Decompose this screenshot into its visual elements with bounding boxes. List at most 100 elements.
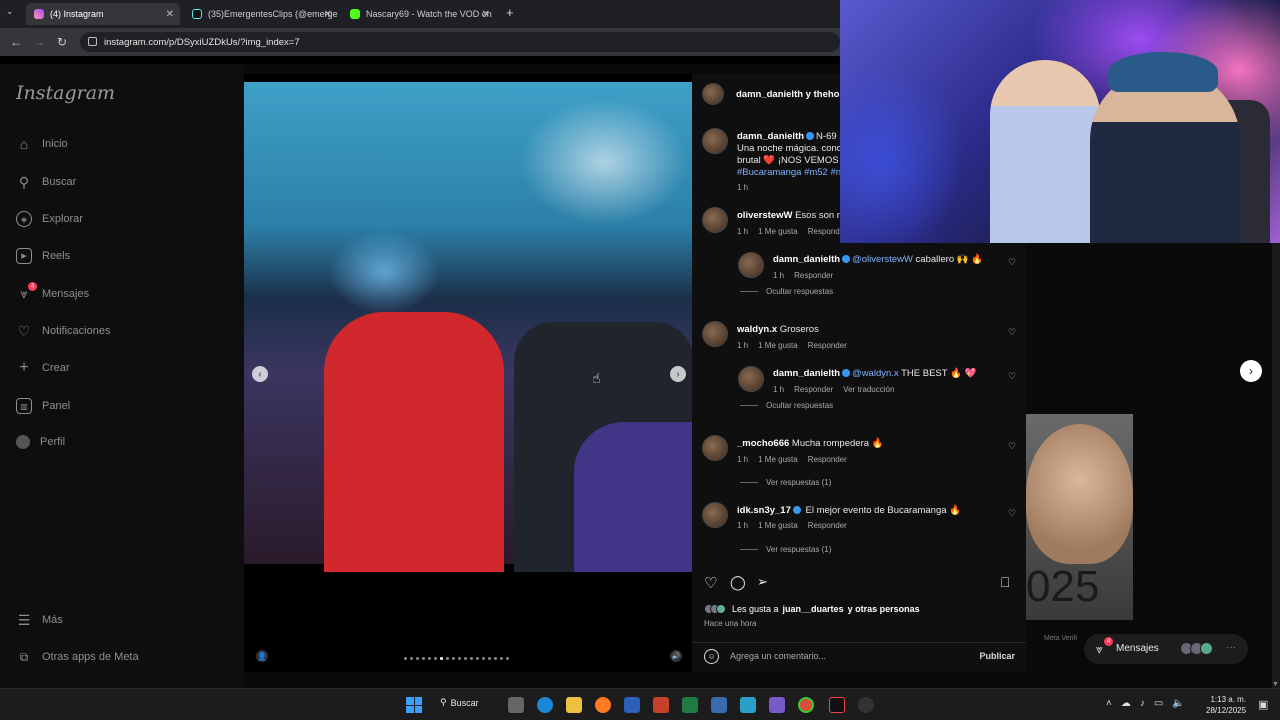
- comment-avatar[interactable]: [702, 435, 728, 461]
- carousel-prev-button[interactable]: ‹: [252, 366, 268, 382]
- hide-replies-button[interactable]: Ocultar respuestas: [740, 401, 833, 410]
- tab-tiktok[interactable]: (35)EmergentesClips (@emerge ✕: [184, 3, 338, 25]
- windows-start-icon[interactable]: [406, 697, 422, 713]
- emoji-icon[interactable]: ☺: [704, 649, 719, 664]
- taskbar-search[interactable]: ⚲ Buscar: [440, 697, 479, 708]
- view-replies-button[interactable]: Ver respuestas (1): [740, 478, 831, 487]
- sidebar-item-crear[interactable]: + Crear: [16, 359, 69, 376]
- tagged-users-icon[interactable]: 👤: [256, 650, 268, 662]
- system-tray[interactable]: ˄ ☁ ♪ ▭ 🔈: [1106, 698, 1185, 709]
- reload-icon[interactable]: ↻: [57, 35, 67, 49]
- reply-avatar[interactable]: [738, 366, 764, 392]
- sidebar-item-inicio[interactable]: ⌂ Inicio: [16, 136, 68, 152]
- new-tab-button[interactable]: +: [506, 5, 514, 20]
- comment-username[interactable]: _mocho666: [737, 438, 789, 449]
- excel-icon[interactable]: [682, 697, 698, 713]
- caption-username[interactable]: damn_danielth: [737, 131, 804, 142]
- edge-icon[interactable]: [537, 697, 553, 713]
- comment-bubble-icon[interactable]: ◯: [730, 574, 746, 591]
- network-icon[interactable]: ▭: [1154, 698, 1163, 709]
- view-replies-button[interactable]: Ver respuestas (1): [740, 545, 831, 554]
- sidebar-item-perfil[interactable]: Perfil: [16, 435, 65, 449]
- comment-avatar[interactable]: [702, 502, 728, 528]
- sidebar-item-explorar[interactable]: ◈ Explorar: [16, 211, 83, 227]
- taskbar-clock[interactable]: 1:13 a. m. 28/12/2025: [1206, 694, 1246, 716]
- game-controller-icon[interactable]: [769, 697, 785, 713]
- share-send-icon[interactable]: ➢: [757, 574, 768, 590]
- messages-floating-button[interactable]: ⩔ 4 Mensajes ···: [1084, 634, 1248, 664]
- next-post-button[interactable]: ›: [1240, 360, 1262, 382]
- post-author-avatar[interactable]: [702, 83, 724, 105]
- comment-username[interactable]: waldyn.x: [737, 324, 777, 335]
- sidebar-item-notificaciones[interactable]: ♡ Notificaciones: [16, 323, 111, 339]
- comment-like-heart-icon[interactable]: ♡: [1008, 441, 1016, 452]
- site-info-icon[interactable]: [88, 37, 97, 46]
- comment-likes[interactable]: 1 Me gusta: [758, 521, 798, 530]
- tab-kick[interactable]: Nascary69 - Watch the VOD on ✕: [342, 3, 496, 25]
- microphone-icon[interactable]: ♪: [1140, 698, 1145, 709]
- comment-like-heart-icon[interactable]: ♡: [1008, 327, 1016, 338]
- translate-button[interactable]: Ver traducción: [843, 385, 894, 394]
- reply-button[interactable]: Responder: [808, 455, 847, 464]
- reply-button[interactable]: Responder: [794, 271, 833, 280]
- bookmark-icon[interactable]: ⎕: [1001, 574, 1009, 591]
- forward-icon[interactable]: →: [33, 35, 45, 49]
- close-tab-icon[interactable]: ✕: [324, 9, 332, 20]
- comment-avatar[interactable]: [702, 321, 728, 347]
- sidebar-item-meta-apps[interactable]: ⧉ Otras apps de Meta: [16, 649, 139, 665]
- reply-username[interactable]: damn_danielth: [773, 254, 840, 265]
- post-header-title[interactable]: damn_danielth y thehost: [736, 89, 848, 100]
- comment-likes[interactable]: 1 Me gusta: [758, 227, 798, 236]
- instagram-logo[interactable]: Instagram: [16, 82, 115, 104]
- sidebar-item-mas[interactable]: ☰ Más: [16, 612, 63, 628]
- onedrive-icon[interactable]: ☁: [1121, 698, 1131, 709]
- tiktok-icon[interactable]: [829, 697, 845, 713]
- volume-icon[interactable]: 🔈: [1172, 698, 1184, 709]
- comment-username[interactable]: oliverstewW: [737, 210, 792, 221]
- comment-likes[interactable]: 1 Me gusta: [758, 455, 798, 464]
- sidebar-item-buscar[interactable]: ⚲ Buscar: [16, 174, 76, 190]
- file-explorer-icon[interactable]: [566, 697, 582, 713]
- comment-username[interactable]: idk.sn3y_17: [737, 505, 791, 516]
- liker-username[interactable]: juan__duartes: [783, 604, 844, 614]
- sidebar-item-mensajes[interactable]: ⩔ 4 Mensajes: [16, 282, 89, 302]
- app-settings-icon[interactable]: [858, 697, 874, 713]
- caption-hashtags[interactable]: #Bucaramanga #m52 #ni: [737, 167, 843, 178]
- page-scrollbar[interactable]: ▼: [1272, 243, 1280, 688]
- hide-replies-button[interactable]: Ocultar respuestas: [740, 287, 833, 296]
- close-tab-icon[interactable]: ✕: [166, 9, 174, 20]
- close-tab-icon[interactable]: ✕: [482, 9, 490, 20]
- app-c-icon[interactable]: [740, 697, 756, 713]
- comment-like-heart-icon[interactable]: ♡: [1008, 371, 1016, 382]
- post-media[interactable]: ‹ › 👤 🔊: [244, 74, 692, 672]
- sidebar-item-panel[interactable]: ▥ Panel: [16, 398, 70, 414]
- notification-icon[interactable]: ▣: [1258, 698, 1268, 711]
- comment-avatar[interactable]: [702, 207, 728, 233]
- powerpoint-icon[interactable]: [653, 697, 669, 713]
- comment-like-heart-icon[interactable]: ♡: [1008, 508, 1016, 519]
- chrome-icon[interactable]: [798, 697, 814, 713]
- url-field[interactable]: instagram.com/p/DSyxiUZDkUs/?img_index=7: [80, 32, 840, 52]
- carousel-next-button[interactable]: ›: [670, 366, 686, 382]
- reply-button[interactable]: Responder: [794, 385, 833, 394]
- tray-overflow-icon[interactable]: ˄: [1106, 698, 1112, 709]
- firefox-icon[interactable]: [595, 697, 611, 713]
- reply-username[interactable]: damn_danielth: [773, 368, 840, 379]
- comment-like-heart-icon[interactable]: ♡: [1008, 257, 1016, 268]
- publish-button[interactable]: Publicar: [979, 651, 1015, 661]
- comment-likes[interactable]: 1 Me gusta: [758, 341, 798, 350]
- word-icon[interactable]: [624, 697, 640, 713]
- app-icon[interactable]: [711, 697, 727, 713]
- comment-input[interactable]: Agrega un comentario...: [730, 651, 826, 661]
- task-view-icon[interactable]: [508, 697, 524, 713]
- caption-avatar[interactable]: [702, 128, 728, 154]
- sidebar-item-reels[interactable]: ▶ Reels: [16, 248, 70, 264]
- tab-instagram[interactable]: (4) Instagram ✕: [26, 3, 180, 25]
- scroll-down-arrow-icon[interactable]: ▼: [1272, 681, 1279, 688]
- audio-icon[interactable]: 🔊: [670, 650, 682, 662]
- likes-summary[interactable]: Les gusta a juan__duartes y otras person…: [704, 604, 920, 614]
- reply-avatar[interactable]: [738, 252, 764, 278]
- reply-button[interactable]: Responder: [808, 341, 847, 350]
- tab-list-icon[interactable]: ⌄: [6, 6, 14, 17]
- back-icon[interactable]: ←: [10, 35, 22, 49]
